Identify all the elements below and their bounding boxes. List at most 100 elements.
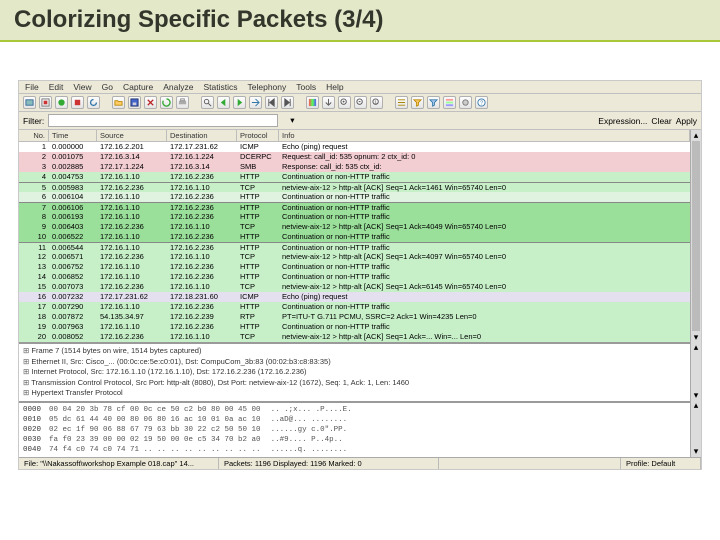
detail-frame[interactable]: Frame 7 (1514 bytes on wire, 1514 bytes …	[23, 346, 686, 357]
capture-filters-icon[interactable]	[411, 96, 424, 109]
interfaces-icon[interactable]	[23, 96, 36, 109]
table-row[interactable]: 170.007290172.16.1.10172.16.2.236HTTPCon…	[19, 302, 690, 312]
menu-edit[interactable]: Edit	[49, 82, 64, 92]
filter-label: Filter:	[23, 116, 44, 126]
stop-capture-icon[interactable]	[71, 96, 84, 109]
table-row[interactable]: 30.002885172.17.1.224172.16.3.14SMBRespo…	[19, 162, 690, 172]
packet-bytes[interactable]: 00000010002000300040 00 04 20 3b 78 cf 0…	[19, 401, 690, 457]
scroll-up-icon[interactable]: ▴	[691, 130, 701, 140]
table-row[interactable]: 20.001075172.16.3.14172.16.1.224DCERPCRe…	[19, 152, 690, 162]
zoom-out-icon[interactable]	[354, 96, 367, 109]
col-destination[interactable]: Destination	[167, 130, 237, 141]
table-row[interactable]: 110.006544172.16.1.10172.16.2.236HTTPCon…	[19, 242, 690, 252]
prefs-icon[interactable]	[459, 96, 472, 109]
detail-tcp[interactable]: Transmission Control Protocol, Src Port:…	[23, 378, 686, 389]
wireshark-window: File Edit View Go Capture Analyze Statis…	[18, 80, 702, 470]
table-row[interactable]: 50.005983172.16.2.236172.16.1.10TCPnetvi…	[19, 182, 690, 192]
close-icon[interactable]	[144, 96, 157, 109]
packet-header: No. Time Source Destination Protocol Inf…	[19, 130, 690, 142]
table-row[interactable]: 60.006104172.16.1.10172.16.2.236HTTPCont…	[19, 192, 690, 202]
colorize-icon[interactable]	[306, 96, 319, 109]
packet-list[interactable]: No. Time Source Destination Protocol Inf…	[19, 130, 690, 342]
menubar: File Edit View Go Capture Analyze Statis…	[19, 81, 701, 94]
col-time[interactable]: Time	[49, 130, 97, 141]
resize-cols-icon[interactable]	[395, 96, 408, 109]
first-packet-icon[interactable]	[265, 96, 278, 109]
print-icon[interactable]	[176, 96, 189, 109]
open-icon[interactable]	[112, 96, 125, 109]
hex-ascii: .. .;x... .P....E...aD@... .............…	[265, 403, 358, 457]
col-protocol[interactable]: Protocol	[237, 130, 279, 141]
find-icon[interactable]	[201, 96, 214, 109]
go-forward-icon[interactable]	[233, 96, 246, 109]
table-row[interactable]: 180.00787254.135.34.97172.16.2.239RTPPT=…	[19, 312, 690, 322]
scroll-down-icon[interactable]: ▾	[691, 391, 701, 401]
bytes-scrollbar[interactable]: ▴ ▾	[690, 401, 701, 457]
table-row[interactable]: 130.006752172.16.1.10172.16.2.236HTTPCon…	[19, 262, 690, 272]
hex-bytes: 00 04 20 3b 78 cf 00 0c ce 50 c2 b0 80 0…	[45, 403, 265, 457]
table-row[interactable]: 100.006522172.16.1.10172.16.2.236HTTPCon…	[19, 232, 690, 242]
start-capture-icon[interactable]	[55, 96, 68, 109]
filter-clear[interactable]: Clear	[651, 116, 671, 126]
scroll-down-icon[interactable]: ▾	[691, 447, 701, 457]
auto-scroll-icon[interactable]	[322, 96, 335, 109]
zoom-reset-icon[interactable]: 1	[370, 96, 383, 109]
menu-capture[interactable]: Capture	[123, 82, 153, 92]
details-scrollbar[interactable]: ▴ ▾	[690, 342, 701, 401]
packet-scrollbar[interactable]: ▴ ▾	[690, 130, 701, 342]
filter-apply[interactable]: Apply	[676, 116, 697, 126]
zoom-in-icon[interactable]	[338, 96, 351, 109]
detail-ip[interactable]: Internet Protocol, Src: 172.16.1.10 (172…	[23, 367, 686, 378]
table-row[interactable]: 190.007963172.16.1.10172.16.2.236HTTPCon…	[19, 322, 690, 332]
svg-text:?: ?	[480, 100, 483, 106]
status-packets: Packets: 1196 Displayed: 1196 Marked: 0	[219, 458, 439, 469]
status-empty	[439, 458, 621, 469]
menu-telephony[interactable]: Telephony	[248, 82, 287, 92]
menu-tools[interactable]: Tools	[296, 82, 316, 92]
status-bar: File: "\\Nakassoft\workshop Example 018.…	[19, 457, 701, 469]
menu-analyze[interactable]: Analyze	[163, 82, 193, 92]
table-row[interactable]: 80.006193172.16.1.10172.16.2.236HTTPCont…	[19, 212, 690, 222]
status-file: File: "\\Nakassoft\workshop Example 018.…	[19, 458, 219, 469]
table-row[interactable]: 140.006852172.16.1.10172.16.2.236HTTPCon…	[19, 272, 690, 282]
reload-icon[interactable]	[160, 96, 173, 109]
table-row[interactable]: 150.007073172.16.2.236172.16.1.10TCPnetv…	[19, 282, 690, 292]
toolbar: 1 ?	[19, 94, 701, 112]
filter-input[interactable]	[48, 114, 278, 127]
menu-statistics[interactable]: Statistics	[203, 82, 237, 92]
scroll-up-icon[interactable]: ▴	[691, 342, 701, 352]
scroll-up-icon[interactable]: ▴	[691, 401, 701, 411]
table-row[interactable]: 120.006571172.16.2.236172.16.1.10TCPnetv…	[19, 252, 690, 262]
hex-offsets: 00000010002000300040	[19, 403, 45, 457]
last-packet-icon[interactable]	[281, 96, 294, 109]
scroll-down-icon[interactable]: ▾	[691, 332, 701, 342]
help-icon[interactable]: ?	[475, 96, 488, 109]
col-no[interactable]: No.	[19, 130, 49, 141]
menu-go[interactable]: Go	[102, 82, 113, 92]
table-row[interactable]: 40.004753172.16.1.10172.16.2.236HTTPCont…	[19, 172, 690, 182]
table-row[interactable]: 160.007232172.17.231.62172.18.231.60ICMP…	[19, 292, 690, 302]
col-source[interactable]: Source	[97, 130, 167, 141]
table-row[interactable]: 70.006106172.16.1.10172.16.2.236HTTPCont…	[19, 202, 690, 212]
go-to-icon[interactable]	[249, 96, 262, 109]
table-row[interactable]: 10.000000172.16.2.201172.17.231.62ICMPEc…	[19, 142, 690, 152]
status-profile: Profile: Default	[621, 458, 701, 469]
detail-ethernet[interactable]: Ethernet II, Src: Cisco_... (00:0c:ce:5e…	[23, 357, 686, 368]
restart-capture-icon[interactable]	[87, 96, 100, 109]
display-filters-icon[interactable]	[427, 96, 440, 109]
menu-view[interactable]: View	[73, 82, 91, 92]
filter-expression[interactable]: Expression...	[598, 116, 647, 126]
options-icon[interactable]	[39, 96, 52, 109]
menu-help[interactable]: Help	[326, 82, 343, 92]
save-icon[interactable]	[128, 96, 141, 109]
table-row[interactable]: 90.006403172.16.2.236172.16.1.10TCPnetvi…	[19, 222, 690, 232]
go-back-icon[interactable]	[217, 96, 230, 109]
col-info[interactable]: Info	[279, 130, 690, 141]
coloring-rules-icon[interactable]	[443, 96, 456, 109]
menu-file[interactable]: File	[25, 82, 39, 92]
filter-bar: Filter: ▾ Expression... Clear Apply	[19, 112, 701, 130]
detail-http[interactable]: Hypertext Transfer Protocol	[23, 388, 686, 399]
packet-details[interactable]: Frame 7 (1514 bytes on wire, 1514 bytes …	[19, 342, 690, 401]
slide-title: Colorizing Specific Packets (3/4)	[14, 6, 706, 34]
table-row[interactable]: 200.008052172.16.2.236172.16.1.10TCPnetv…	[19, 332, 690, 342]
